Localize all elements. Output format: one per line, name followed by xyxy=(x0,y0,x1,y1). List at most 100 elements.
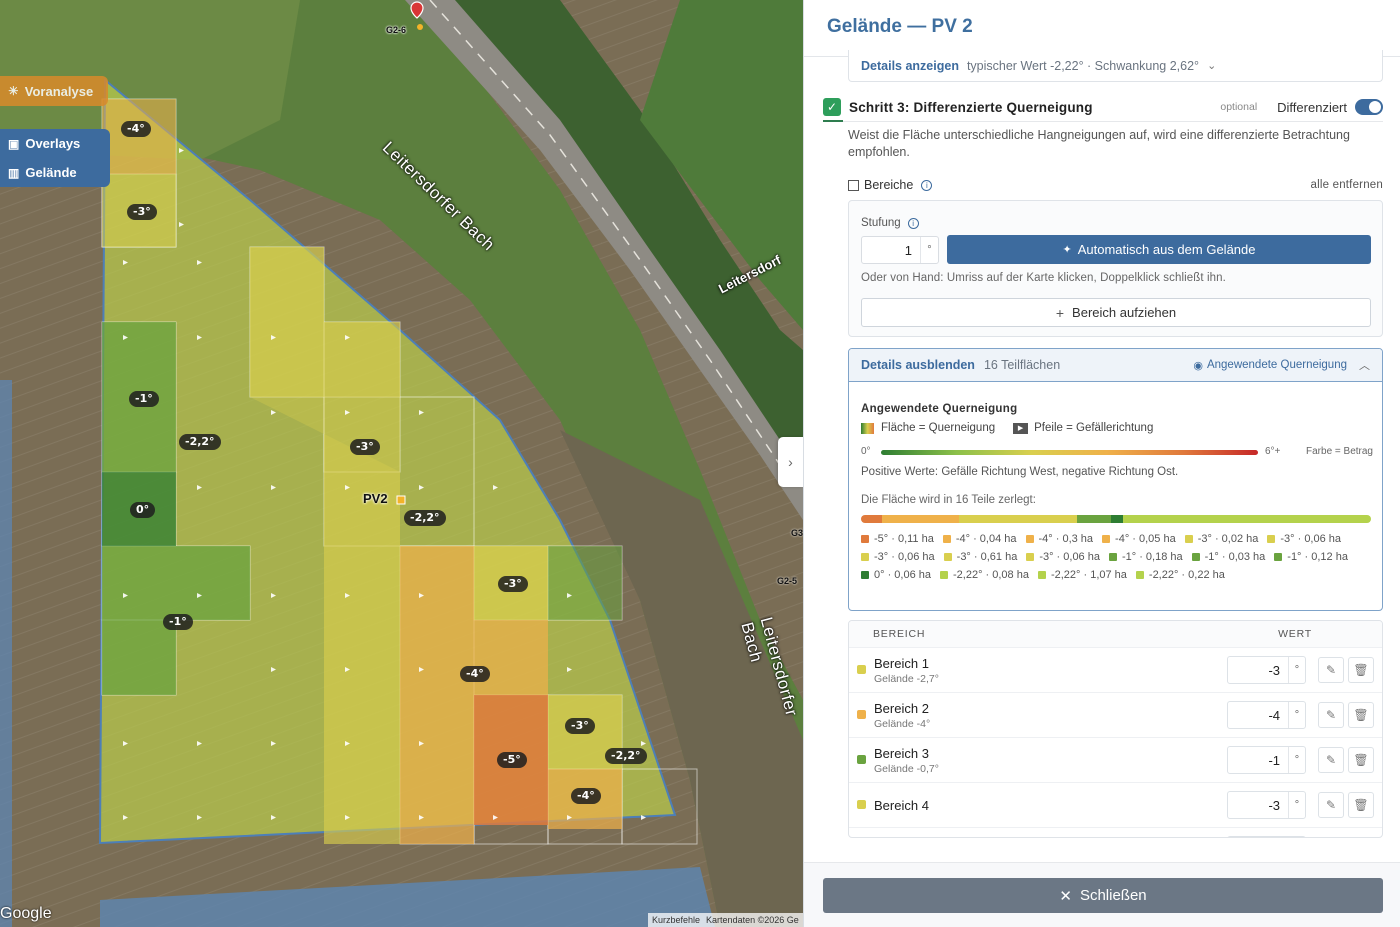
part-item: -4° · 0,05 ha xyxy=(1102,530,1176,548)
voranalyse-button[interactable]: ☀ Voranalyse xyxy=(0,76,108,106)
checkbox-checked-icon[interactable]: ✓ xyxy=(823,98,841,116)
part-label: -3° · 0,61 ha xyxy=(956,551,1018,563)
part-swatch xyxy=(1274,553,1283,561)
hide-details-link[interactable]: Details ausblenden xyxy=(861,358,975,372)
tile-label: -3° xyxy=(565,718,595,734)
part-swatch xyxy=(861,571,869,579)
part-swatch xyxy=(861,553,869,561)
info-icon[interactable]: i xyxy=(921,179,933,191)
gelaende-button[interactable]: ▥ Gelände xyxy=(0,158,110,187)
edit-button[interactable]: ✎ xyxy=(1318,657,1344,683)
edit-button[interactable]: ✎ xyxy=(1318,702,1344,728)
part-label: 0° · 0,06 ha xyxy=(874,569,931,581)
remove-all-link[interactable]: alle entfernen xyxy=(1311,179,1384,191)
delete-button[interactable]: 🗑 xyxy=(1348,837,1374,838)
shortcuts-link[interactable]: Kurzbefehle xyxy=(652,915,700,925)
area-name: Bereich 2 xyxy=(874,700,929,716)
part-swatch xyxy=(1037,571,1046,579)
close-button[interactable]: ✕ Schließen xyxy=(823,878,1383,913)
part-label: -1° · 0,18 ha xyxy=(1121,551,1183,563)
tile-label: -2,2° xyxy=(179,434,221,450)
part-swatch xyxy=(943,553,952,561)
scale-max: 6°+ xyxy=(1265,446,1281,457)
marker-label-right: G3 xyxy=(791,528,803,538)
part-item: -3° · 0,06 ha xyxy=(1026,548,1100,566)
stufung-input[interactable]: 1 xyxy=(862,237,920,263)
edit-button[interactable]: ✎ xyxy=(1318,792,1344,818)
table-row: Bereich 1 Gelände -2,7° -3 ° ✎ 🗑 xyxy=(849,647,1382,692)
part-label: -1° · 0,03 ha xyxy=(1204,551,1266,563)
area-value-input: -3 ° xyxy=(1227,791,1306,819)
scale-row: 0° 6°+ Farbe = Betrag xyxy=(861,446,1373,458)
part-swatch xyxy=(942,535,951,543)
stufung-input-group: 1 ° xyxy=(861,236,939,264)
stufung-label: Stufung xyxy=(861,217,901,229)
side-panel: Gelände — PV 2 Details anzeigen typische… xyxy=(803,0,1400,927)
part-swatch xyxy=(1102,535,1111,543)
step3-header: ✓ Schritt 3: Differenzierte Querneigung … xyxy=(823,94,1383,120)
manual-hint: Oder von Hand: Umriss auf der Karte klic… xyxy=(861,272,1226,284)
part-item: -5° · 0,11 ha xyxy=(861,530,934,548)
overlays-button[interactable]: ▣ Overlays xyxy=(0,129,110,158)
col-area: BEREICH xyxy=(873,628,926,640)
delete-button[interactable]: 🗑 xyxy=(1348,792,1374,818)
area-terrain: Gelände -0,7° xyxy=(874,762,939,775)
details-header[interactable]: Details ausblenden 16 Teilflächen ◉ Ange… xyxy=(849,349,1382,382)
area-value[interactable]: -1 xyxy=(1228,747,1288,773)
part-label: -2,22° · 0,22 ha xyxy=(1148,569,1225,581)
split-bar-segment xyxy=(959,515,1077,523)
part-label: -2,22° · 0,08 ha xyxy=(953,569,1029,581)
area-name: Bereich 3 xyxy=(874,745,929,761)
area-value-input: -4 ° xyxy=(1227,701,1306,729)
pencil-icon: ✎ xyxy=(1325,753,1337,767)
col-value: WERT xyxy=(1278,628,1312,640)
color-scale-bar xyxy=(881,450,1258,455)
part-item: -3° · 0,06 ha xyxy=(861,548,935,566)
split-bar-segment xyxy=(882,515,960,523)
step3-underline-line xyxy=(843,121,1383,122)
split-bar-segment xyxy=(861,515,883,523)
split-bar-segment xyxy=(1111,515,1123,523)
split-note: Die Fläche wird in 16 Teile zerlegt: xyxy=(861,494,1036,506)
area-value[interactable]: -5 xyxy=(1228,837,1288,838)
part-label: -2,22° · 1,07 ha xyxy=(1050,569,1127,581)
image-icon: ▣ xyxy=(8,136,20,151)
edit-button[interactable]: ✎ xyxy=(1318,747,1344,773)
tile-label: -3° xyxy=(350,439,380,455)
part-label: -3° · 0,06 ha xyxy=(874,551,935,563)
step3-title: Schritt 3: Differenzierte Querneigung xyxy=(849,99,1093,115)
table-body: Bereich 1 Gelände -2,7° -3 ° ✎ 🗑 Bereich 2 Gelä… xyxy=(849,647,1382,838)
area-value[interactable]: -3 xyxy=(1228,657,1288,683)
differentiated-toggle[interactable] xyxy=(1355,99,1383,115)
area-value[interactable]: -3 xyxy=(1228,792,1288,818)
auto-from-terrain-button[interactable]: ✦ Automatisch aus dem Gelände xyxy=(947,235,1371,264)
voranalyse-label: Voranalyse xyxy=(24,83,94,99)
panel-collapse-handle[interactable]: › xyxy=(778,437,803,487)
panel-title: Gelände — PV 2 xyxy=(827,16,973,37)
area-unit: ° xyxy=(1288,837,1305,838)
area-unit: ° xyxy=(1288,657,1305,683)
part-item: -2,22° · 0,22 ha xyxy=(1135,566,1225,584)
book-icon: ▥ xyxy=(8,165,20,180)
area-value[interactable]: -4 xyxy=(1228,702,1288,728)
part-swatch xyxy=(1184,535,1193,543)
part-swatch xyxy=(1135,571,1144,579)
map-view[interactable]: -4° -3° -1° -2,2° 0° -3° -2,2° -3° -1° -… xyxy=(0,0,803,927)
split-bar-segment xyxy=(1122,515,1371,523)
delete-button[interactable]: 🗑 xyxy=(1348,702,1374,728)
draw-area-button[interactable]: + Bereich aufziehen xyxy=(861,298,1371,327)
info-icon[interactable]: i xyxy=(907,217,919,229)
legend-area: Fläche = Querneigung xyxy=(881,422,996,434)
applied-toggle[interactable]: Angewendete Querneigung xyxy=(1207,359,1347,371)
delete-button[interactable]: 🗑 xyxy=(1348,747,1374,773)
delete-button[interactable]: 🗑 xyxy=(1348,657,1374,683)
chevron-down-icon: ⌄ xyxy=(1207,60,1217,72)
edit-button[interactable]: ✎ xyxy=(1318,837,1344,838)
tile-label: -4° xyxy=(571,788,601,804)
legend-row: Fläche = Querneigung ▶ Pfeile = Gefäller… xyxy=(861,422,1153,434)
parts-legend: -5° · 0,11 ha -4° · 0,04 ha -4° · 0,3 ha -4… xyxy=(861,530,1376,584)
close-icon: ✕ xyxy=(1059,887,1072,905)
part-item: 0° · 0,06 ha xyxy=(861,566,931,584)
show-details-link[interactable]: Details anzeigen xyxy=(861,59,959,73)
part-label: -4° · 0,05 ha xyxy=(1115,533,1176,545)
